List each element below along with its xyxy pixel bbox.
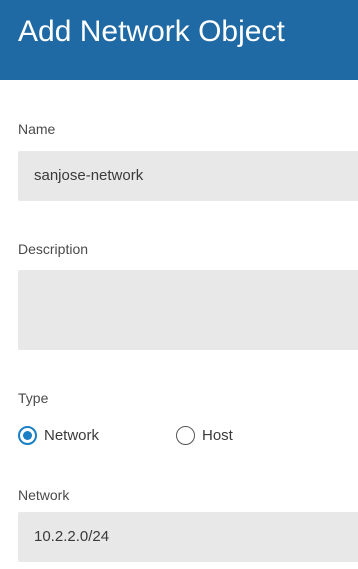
name-label: Name [18, 121, 56, 137]
type-option-host[interactable]: Host [176, 424, 266, 448]
radio-unchecked-icon[interactable] [176, 426, 195, 445]
network-label: Network [18, 487, 70, 503]
type-option-network-label: Network [44, 427, 100, 444]
network-input[interactable]: 10.2.2.0/24 [18, 512, 358, 562]
type-option-host-label: Host [202, 427, 233, 444]
dialog-header: Add Network Object [0, 0, 358, 80]
description-textarea[interactable] [18, 270, 358, 350]
radio-checked-icon[interactable] [18, 426, 37, 445]
type-option-network[interactable]: Network [18, 424, 138, 448]
type-label: Type [18, 390, 49, 406]
description-label: Description [18, 241, 89, 257]
name-input-value: sanjose-network [34, 167, 144, 184]
dialog-title: Add Network Object [18, 15, 285, 48]
add-network-object-dialog: Add Network Object Name sanjose-network … [0, 0, 358, 569]
network-input-value: 10.2.2.0/24 [34, 528, 110, 545]
name-input[interactable]: sanjose-network [18, 151, 358, 201]
